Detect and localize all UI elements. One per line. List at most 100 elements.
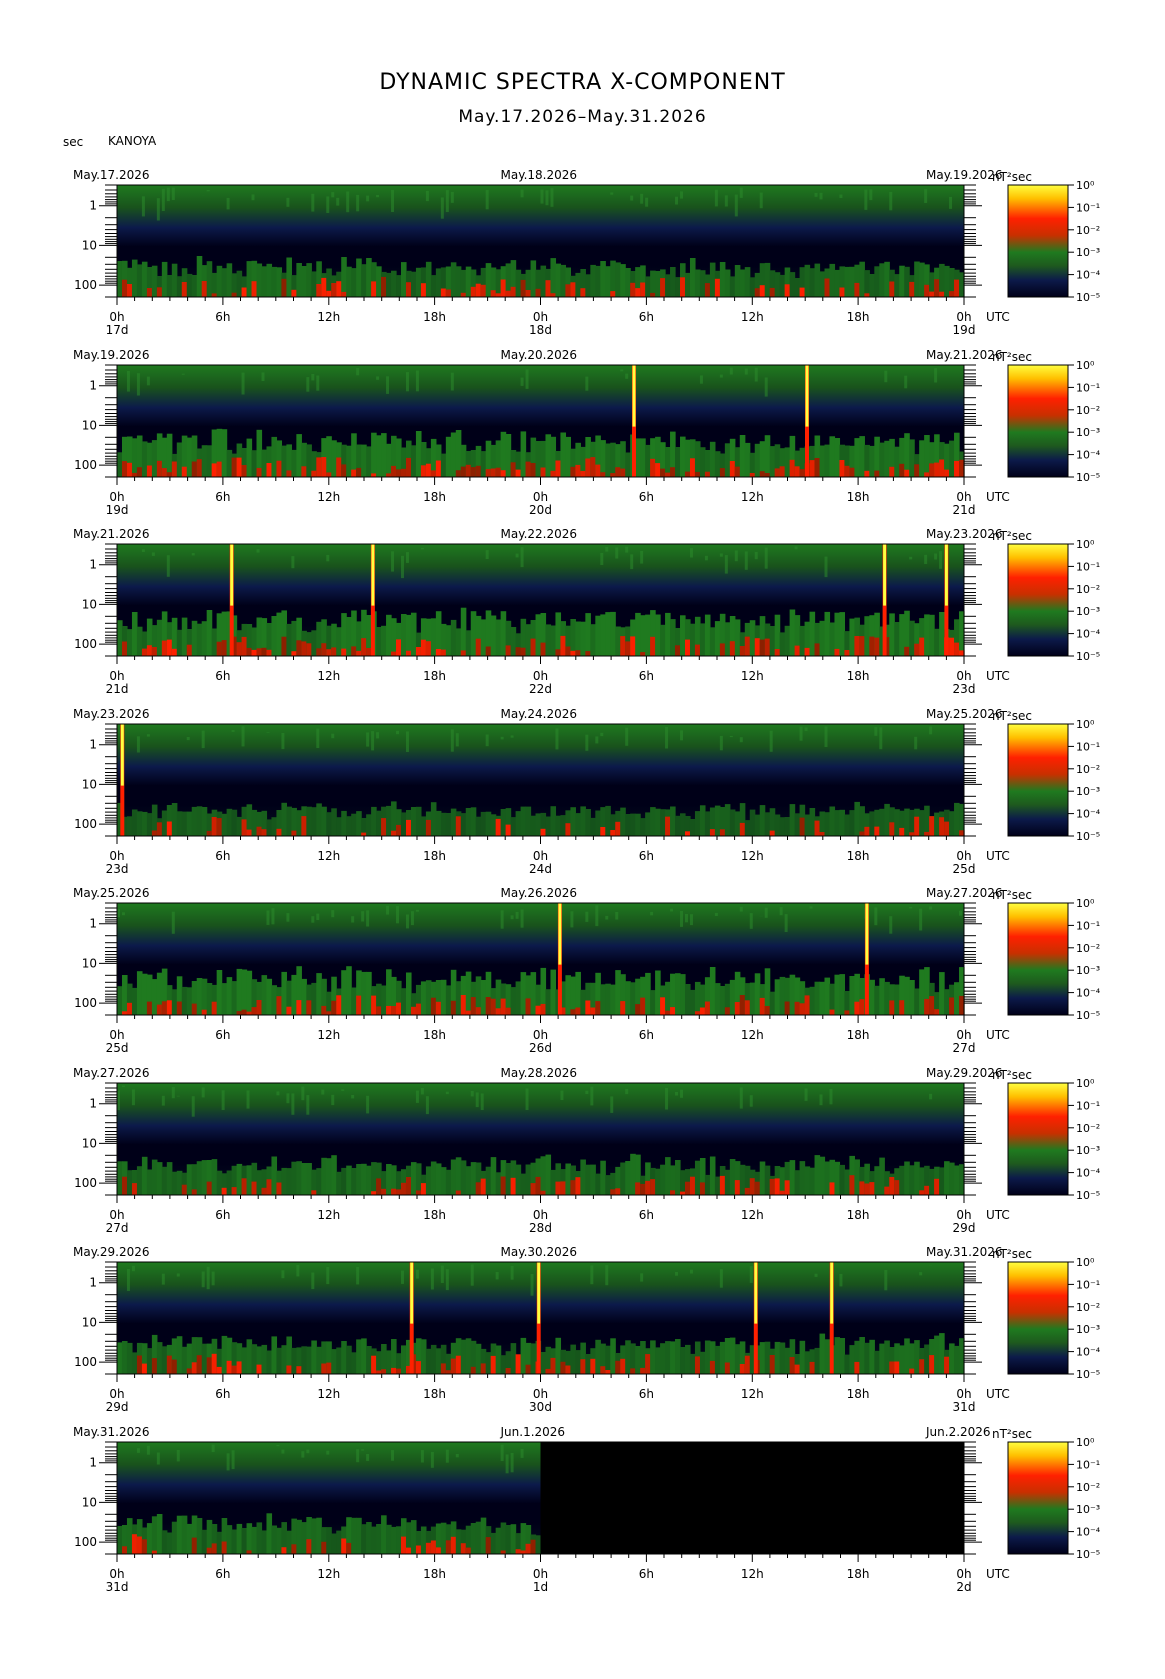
- day-label: 31d: [953, 1400, 976, 1414]
- colorbar-tick-label: 10⁻⁴: [1076, 987, 1101, 1000]
- x-tick-label: 18h: [847, 1567, 870, 1581]
- y-tick-label: 1: [89, 1276, 97, 1290]
- station-label: KANOYA: [108, 134, 157, 148]
- day-label: 25d: [106, 1041, 129, 1055]
- colorbar-tick-label: 10⁻⁵: [1076, 291, 1100, 304]
- panel-left-date: May.25.2026: [73, 886, 150, 900]
- colorbar-tick-label: 10⁻⁵: [1076, 471, 1100, 484]
- colorbar-tick-label: 10⁻⁵: [1076, 650, 1100, 663]
- colorbar-tick-label: 10⁻⁴: [1076, 1526, 1101, 1539]
- x-ticks: [116, 1374, 965, 1382]
- day-label: 26d: [529, 1041, 552, 1055]
- x-tick-label: 6h: [639, 1567, 654, 1581]
- colorbar-tick-label: 10⁻³: [1076, 964, 1100, 977]
- x-ticks: [116, 1195, 965, 1203]
- x-tick-label: 12h: [317, 310, 340, 324]
- x-tick-label: 12h: [317, 1567, 340, 1581]
- x-tick-label: 6h: [215, 1208, 230, 1222]
- no-data-region: [540, 1442, 964, 1554]
- colorbar-gradient: [1007, 1441, 1069, 1555]
- day-label: 29d: [953, 1221, 976, 1235]
- x-ticks: [116, 477, 965, 485]
- burst-spike-core: [944, 544, 948, 606]
- chart-subtitle: May.17.2026–May.31.2026: [458, 107, 707, 127]
- x-tick-label: 18h: [847, 310, 870, 324]
- colorbar-ticks: [1068, 1261, 1074, 1375]
- colorbar-tick-label: 10⁻²: [1076, 583, 1100, 596]
- colorbar-tick-label: 10⁰: [1076, 897, 1095, 910]
- chart-page: DYNAMIC SPECTRA X-COMPONENT May.17.2026–…: [0, 0, 1165, 1679]
- x-tick-label: 0h: [533, 669, 548, 683]
- burst-spike-core: [537, 1262, 541, 1324]
- panel-left-date: May.27.2026: [73, 1066, 150, 1080]
- x-tick-label: 18h: [847, 1208, 870, 1222]
- x-ticks: [116, 1554, 965, 1562]
- colorbar-tick-label: 10⁻¹: [1076, 740, 1100, 753]
- colorbar-ticks: [1068, 1082, 1074, 1196]
- x-tick-label: 18h: [423, 1387, 446, 1401]
- x-tick-label: 6h: [215, 849, 230, 863]
- colorbar-tick-label: 10⁻²: [1076, 224, 1100, 237]
- y-tick-label: 100: [74, 817, 97, 831]
- y-tick-label: 1: [89, 738, 97, 752]
- colorbar: 10⁰ 10⁻¹ 10⁻² 10⁻³ 10⁻⁴ 10⁻⁵: [1007, 538, 1101, 663]
- colorbar-unit-label: nT²sec: [992, 350, 1032, 364]
- colorbar-gradient: [1007, 1082, 1069, 1196]
- colorbar-gradient: [1007, 184, 1069, 298]
- colorbar-tick-label: 10⁻¹: [1076, 1278, 1100, 1291]
- x-ticks: [116, 656, 965, 664]
- burst-spike-core: [632, 365, 636, 427]
- burst-spike-core: [120, 724, 124, 786]
- x-tick-label: 0h: [109, 1208, 124, 1222]
- day-label: 30d: [529, 1400, 552, 1414]
- y-tick-label: 1: [89, 917, 97, 931]
- day-label: 2d: [956, 1580, 971, 1594]
- x-tick-label: 18h: [423, 1567, 446, 1581]
- colorbar-unit-label: nT²sec: [992, 888, 1032, 902]
- colorbar-tick-label: 10⁻⁴: [1076, 808, 1101, 821]
- colorbar: 10⁰ 10⁻¹ 10⁻² 10⁻³ 10⁻⁴ 10⁻⁵: [1007, 1436, 1101, 1561]
- x-tick-label: 12h: [317, 490, 340, 504]
- colorbar-unit-label: nT²sec: [992, 1427, 1032, 1441]
- day-label: 21d: [106, 682, 129, 696]
- colorbar-tick-label: 10⁻⁵: [1076, 1189, 1100, 1202]
- x-tick-label: 12h: [317, 1208, 340, 1222]
- x-tick-label: 0h: [956, 1028, 971, 1042]
- day-label: 21d: [953, 503, 976, 517]
- spectrogram-panel: 1101000h 6h 12h 18h 0h 6h 12h 18h 0h25d 26d 27dUTC: [74, 902, 1010, 1055]
- x-tick-label: 12h: [741, 1567, 764, 1581]
- day-label: 18d: [529, 323, 552, 337]
- colorbar-tick-label: 10⁻¹: [1076, 919, 1100, 932]
- colorbar-tick-label: 10⁻⁵: [1076, 830, 1100, 843]
- x-tick-label: 12h: [741, 490, 764, 504]
- y-tick-label: 100: [74, 996, 97, 1010]
- x-tick-label: 18h: [423, 310, 446, 324]
- x-tick-label: 0h: [533, 849, 548, 863]
- colorbar-tick-label: 10⁻²: [1076, 1481, 1100, 1494]
- colorbar-tick-label: 10⁻⁴: [1076, 1167, 1101, 1180]
- colorbar-unit-label: nT²sec: [992, 1068, 1032, 1082]
- colorbar-unit-label: nT²sec: [992, 709, 1032, 723]
- colorbar-gradient: [1007, 723, 1069, 837]
- x-tick-label: 6h: [639, 1387, 654, 1401]
- colorbar-ticks: [1068, 364, 1074, 478]
- y-tick-label: 100: [74, 278, 97, 292]
- panel-left-date: May.19.2026: [73, 348, 150, 362]
- colorbar-unit-label: nT²sec: [992, 529, 1032, 543]
- colorbar-unit-label: nT²sec: [992, 1247, 1032, 1261]
- day-label: 23d: [953, 682, 976, 696]
- spectrogram-panel: 1101000h 6h 12h 18h 0h 6h 12h 18h 0h17d 18d 19dUTC: [74, 184, 1010, 337]
- colorbar-tick-label: 10⁻³: [1076, 785, 1100, 798]
- colorbar-tick-label: 10⁰: [1076, 1256, 1095, 1269]
- day-label: 25d: [953, 862, 976, 876]
- x-tick-label: 6h: [215, 1387, 230, 1401]
- x-tick-label: 0h: [956, 1387, 971, 1401]
- x-tick-label: 0h: [956, 849, 971, 863]
- x-tick-label: 0h: [533, 1028, 548, 1042]
- day-label: 1d: [533, 1580, 548, 1594]
- y-tick-label: 100: [74, 1355, 97, 1369]
- colorbar-tick-label: 10⁻³: [1076, 605, 1100, 618]
- x-tick-label: 0h: [109, 1387, 124, 1401]
- day-label: 29d: [106, 1400, 129, 1414]
- x-tick-label: 6h: [215, 490, 230, 504]
